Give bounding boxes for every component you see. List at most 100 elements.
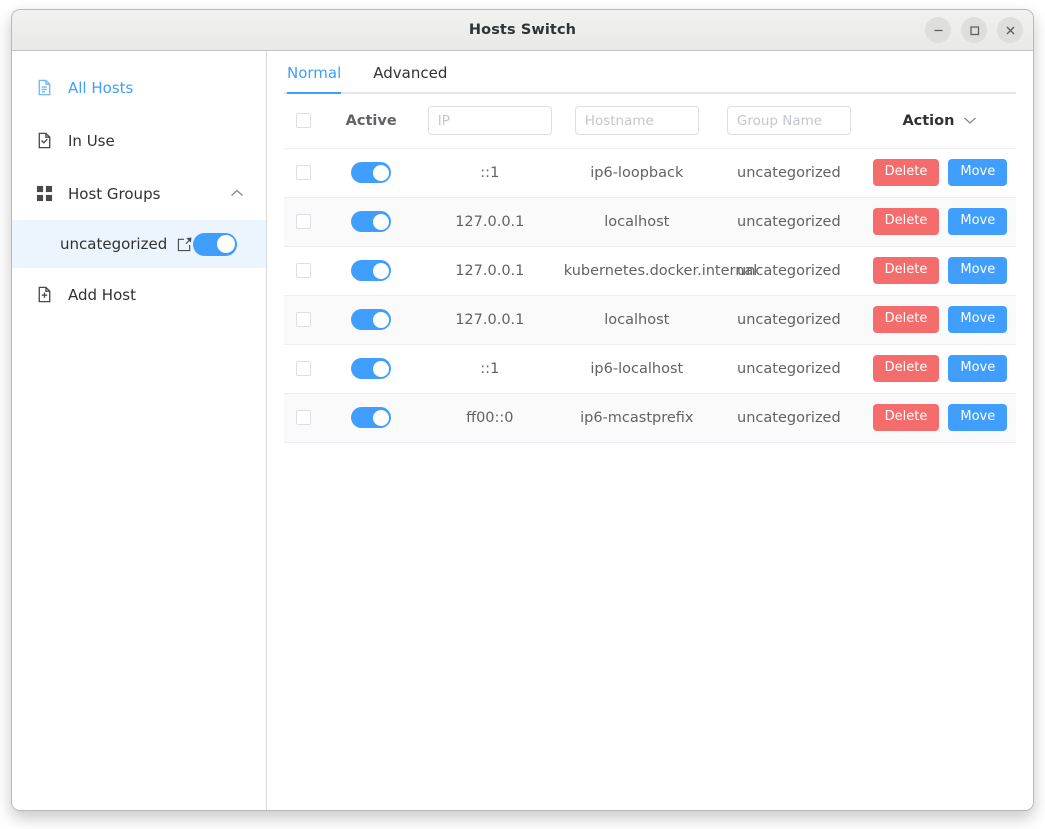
row-active-cell bbox=[322, 344, 420, 394]
row-ip-cell: 127.0.0.1 bbox=[419, 295, 560, 345]
sidebar-item-label: Host Groups bbox=[68, 184, 161, 203]
hosts-table: Active IP Hostname Group Name Action::1… bbox=[284, 94, 1016, 443]
row-active-switch[interactable] bbox=[351, 211, 392, 232]
document-plus-icon bbox=[33, 284, 55, 306]
row-ip-cell: ::1 bbox=[419, 344, 560, 394]
sidebar-item-all-hosts[interactable]: All Hosts bbox=[12, 61, 266, 114]
chevron-up-icon[interactable] bbox=[230, 189, 244, 198]
select-all-header bbox=[284, 94, 323, 149]
row-checkbox[interactable] bbox=[295, 410, 311, 425]
ip-header bbox=[419, 94, 560, 149]
action-header[interactable]: Action bbox=[863, 94, 1016, 149]
delete-button[interactable]: Delete bbox=[872, 257, 940, 284]
hosts-table-head: Active IP Hostname Group Name Action bbox=[284, 94, 1016, 149]
row-select-cell bbox=[284, 393, 323, 443]
row-active-cell bbox=[322, 197, 420, 247]
delete-button[interactable]: Delete bbox=[872, 306, 940, 333]
row-select-cell bbox=[284, 148, 323, 198]
move-button[interactable]: Move bbox=[948, 306, 1008, 333]
table-row: ::1 ip6-localhost uncategorized Delete Move bbox=[284, 344, 1016, 394]
row-checkbox[interactable] bbox=[295, 214, 311, 229]
window-controls bbox=[925, 10, 1023, 50]
move-button[interactable]: Move bbox=[948, 159, 1008, 186]
table-row: ::1 ip6-loopback uncategorized Delete Move bbox=[284, 148, 1016, 198]
row-active-cell bbox=[322, 246, 420, 296]
row-active-switch[interactable] bbox=[351, 309, 392, 330]
row-action-cell: Delete Move bbox=[863, 246, 1016, 296]
minimize-icon bbox=[934, 29, 942, 31]
hostname-filter-input[interactable] bbox=[574, 106, 699, 136]
move-button[interactable]: Move bbox=[948, 404, 1008, 431]
sidebar-group-label: uncategorized bbox=[60, 235, 168, 253]
row-group-cell: uncategorized bbox=[713, 344, 864, 394]
sidebar-item-in-use[interactable]: In Use bbox=[12, 114, 266, 167]
minimize-button[interactable] bbox=[925, 17, 951, 43]
close-button[interactable] bbox=[997, 17, 1023, 43]
chevron-down-icon[interactable] bbox=[963, 113, 977, 129]
row-action-cell: Delete Move bbox=[863, 344, 1016, 394]
sidebar: All Hosts In Use Host Groups uncategoriz… bbox=[12, 51, 267, 810]
hostname-header bbox=[559, 94, 714, 149]
row-select-cell bbox=[284, 295, 323, 345]
group-filter-input[interactable] bbox=[726, 106, 851, 136]
sidebar-group-uncategorized[interactable]: uncategorized bbox=[12, 220, 266, 268]
group-enabled-switch[interactable] bbox=[193, 232, 237, 256]
document-icon bbox=[33, 77, 55, 99]
row-select-cell bbox=[284, 246, 323, 296]
title-bar: Hosts Switch bbox=[12, 10, 1033, 51]
row-hostname-cell: ip6-mcastprefix bbox=[559, 393, 714, 443]
select-all-checkbox[interactable] bbox=[295, 113, 311, 129]
grid-icon bbox=[33, 183, 55, 205]
row-checkbox[interactable] bbox=[295, 312, 311, 327]
delete-button[interactable]: Delete bbox=[872, 404, 940, 431]
table-header-row: Active IP Hostname Group Name Action bbox=[284, 94, 1016, 149]
main-panel: Normal Advanced Active IP Hostname Group… bbox=[267, 51, 1033, 810]
delete-button[interactable]: Delete bbox=[872, 159, 940, 186]
row-select-cell bbox=[284, 344, 323, 394]
row-hostname-cell: localhost bbox=[559, 295, 714, 345]
hosts-table-body: ::1 ip6-loopback uncategorized Delete Move 12… bbox=[284, 148, 1016, 443]
row-hostname-cell: localhost bbox=[559, 197, 714, 247]
row-active-switch[interactable] bbox=[351, 407, 392, 428]
document-check-icon bbox=[33, 130, 55, 152]
delete-button[interactable]: Delete bbox=[872, 355, 940, 382]
row-hostname-cell: ip6-localhost bbox=[559, 344, 714, 394]
close-icon bbox=[1006, 26, 1014, 34]
group-enabled-switch-wrap bbox=[193, 232, 237, 256]
delete-button[interactable]: Delete bbox=[872, 208, 940, 235]
row-active-switch[interactable] bbox=[351, 358, 392, 379]
window-title: Hosts Switch bbox=[468, 22, 577, 38]
row-ip-cell: ff00::0 bbox=[419, 393, 560, 443]
row-action-cell: Delete Move bbox=[863, 295, 1016, 345]
row-action-cell: Delete Move bbox=[863, 393, 1016, 443]
sidebar-item-label: In Use bbox=[68, 131, 115, 150]
app-window: Hosts Switch All Hosts In Use Host Group… bbox=[11, 9, 1034, 811]
row-active-switch[interactable] bbox=[351, 162, 392, 183]
maximize-button[interactable] bbox=[961, 17, 987, 43]
sidebar-item-label: Add Host bbox=[68, 285, 136, 304]
tab-normal[interactable]: Normal bbox=[287, 64, 342, 94]
row-ip-cell: 127.0.0.1 bbox=[419, 246, 560, 296]
row-active-cell bbox=[322, 295, 420, 345]
tab-bar: Normal Advanced bbox=[284, 51, 1016, 94]
row-select-cell bbox=[284, 197, 323, 247]
tab-advanced[interactable]: Advanced bbox=[373, 64, 447, 92]
sidebar-item-host-groups[interactable]: Host Groups bbox=[12, 167, 266, 220]
move-button[interactable]: Move bbox=[948, 208, 1008, 235]
row-action-cell: Delete Move bbox=[863, 148, 1016, 198]
table-row: 127.0.0.1 localhost uncategorized Delete Mov… bbox=[284, 295, 1016, 345]
move-button[interactable]: Move bbox=[948, 257, 1008, 284]
row-checkbox[interactable] bbox=[295, 263, 311, 278]
row-hostname-cell: kubernetes.docker.internal bbox=[559, 246, 757, 296]
row-checkbox[interactable] bbox=[295, 361, 311, 376]
group-header bbox=[713, 94, 864, 149]
row-ip-cell: 127.0.0.1 bbox=[419, 197, 560, 247]
row-checkbox[interactable] bbox=[295, 165, 311, 180]
move-button[interactable]: Move bbox=[948, 355, 1008, 382]
sidebar-item-add-host[interactable]: Add Host bbox=[12, 268, 266, 321]
row-active-switch[interactable] bbox=[351, 260, 392, 281]
table-row: ff00::0 ip6-mcastprefix uncategorized Delet… bbox=[284, 393, 1016, 443]
edit-icon[interactable] bbox=[177, 236, 192, 252]
ip-filter-input[interactable] bbox=[427, 106, 552, 136]
row-group-cell: uncategorized bbox=[713, 246, 864, 296]
